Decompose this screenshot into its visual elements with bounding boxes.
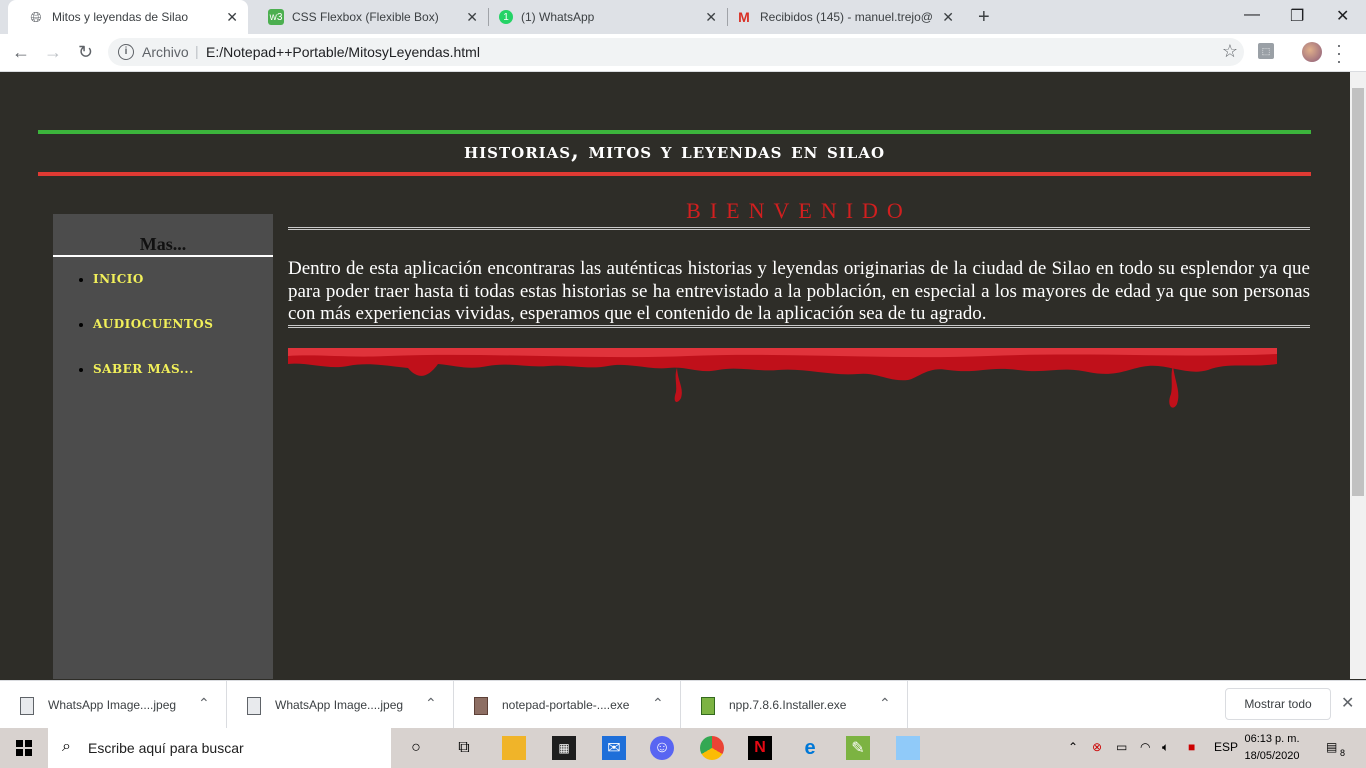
show-all-button[interactable]: Mostrar todo	[1225, 688, 1331, 720]
close-tab-icon[interactable]: ✕	[226, 9, 238, 26]
download-item[interactable]: notepad-portable-....exe ⌃	[454, 681, 681, 729]
edge-icon[interactable]: e	[798, 736, 822, 760]
sidebar-title: Mas...	[139, 234, 187, 254]
address-separator: |	[195, 43, 199, 59]
tab-title: Recibidos (145) - manuel.trejo@	[760, 10, 933, 24]
store-icon[interactable]: ▦	[552, 736, 576, 760]
reload-button[interactable]: ↻	[78, 42, 93, 63]
close-downloads-icon[interactable]: ✕	[1341, 693, 1354, 713]
chevron-up-icon[interactable]: ⌃	[652, 695, 664, 712]
url-text[interactable]: E:/Notepad++Portable/MitosyLeyendas.html	[206, 44, 480, 60]
clock-date: 18/05/2020	[1244, 750, 1300, 762]
intro-paragraph: Dentro de esta aplicación encontraras la…	[288, 258, 1310, 324]
tab-title: Mitos y leyendas de Silao	[52, 10, 189, 24]
sidebar-item-saber-mas[interactable]: SABER MAS...	[93, 358, 213, 403]
download-filename: npp.7.8.6.Installer.exe	[729, 698, 847, 712]
pdf-extension-icon[interactable]: ⬚	[1258, 43, 1274, 59]
file-icon	[247, 697, 261, 715]
wifi-icon[interactable]: ◠	[1140, 740, 1150, 754]
w3schools-icon: w3	[268, 9, 284, 25]
info-icon[interactable]: i	[118, 44, 134, 60]
discord-icon[interactable]: ☺	[650, 736, 674, 760]
netflix-icon[interactable]: N	[748, 736, 772, 760]
double-rule	[288, 227, 1310, 230]
tab-css-flexbox[interactable]: w3 CSS Flexbox (Flexible Box) ✕	[248, 0, 488, 34]
downloads-bar: WhatsApp Image....jpeg ⌃ WhatsApp Image.…	[0, 680, 1366, 729]
welcome-heading: BIENVENIDO	[686, 198, 912, 223]
task-view-icon[interactable]: ⧉	[452, 736, 476, 760]
globe-icon: 🌐︎	[30, 8, 42, 25]
mail-icon[interactable]: ✉	[602, 736, 626, 760]
taskbar-search[interactable]: ⌕ Escribe aquí para buscar	[48, 728, 391, 768]
notepad-plus-icon	[701, 697, 715, 715]
close-tab-icon[interactable]: ✕	[705, 9, 717, 26]
download-item[interactable]: WhatsApp Image....jpeg ⌃	[227, 681, 454, 729]
chrome-icon[interactable]	[700, 736, 724, 760]
volume-icon[interactable]: 🔈︎	[1162, 740, 1169, 755]
notepad-plus-icon[interactable]: ✎	[846, 736, 870, 760]
profile-avatar[interactable]	[1302, 42, 1322, 62]
installer-icon	[474, 697, 488, 715]
chevron-up-icon[interactable]: ⌃	[198, 695, 210, 712]
windows-start-icon[interactable]	[16, 740, 32, 756]
search-icon: ⌕	[62, 738, 71, 755]
close-window-button[interactable]: ✕	[1336, 6, 1349, 26]
new-tab-button[interactable]: +	[978, 6, 990, 29]
taskbar: ⌕ Escribe aquí para buscar ○ ⧉ ▦ ✉ ☺ N e…	[0, 728, 1366, 768]
menu-dots-icon[interactable]: · · ·	[1336, 36, 1342, 70]
close-tab-icon[interactable]: ✕	[942, 9, 954, 26]
network-warning-icon[interactable]: ⊗	[1092, 740, 1102, 754]
chevron-up-icon[interactable]: ⌃	[879, 695, 891, 712]
chevron-up-icon[interactable]: ⌃	[1068, 740, 1078, 754]
download-item[interactable]: npp.7.8.6.Installer.exe ⌃	[681, 681, 908, 729]
file-icon	[20, 697, 34, 715]
tab-whatsapp[interactable]: 1 (1) WhatsApp ✕	[489, 0, 727, 34]
tab-strip: 🌐︎ Mitos y leyendas de Silao ✕ w3 CSS Fl…	[0, 0, 1366, 34]
close-tab-icon[interactable]: ✕	[466, 9, 478, 26]
address-bar[interactable]: i Archivo | E:/Notepad++Portable/MitosyL…	[108, 38, 1244, 66]
restore-button[interactable]: ❐	[1290, 6, 1304, 26]
red-stripe	[38, 172, 1311, 176]
browser-toolbar: ← → ↻ i Archivo | E:/Notepad++Portable/M…	[0, 34, 1366, 72]
cortana-icon[interactable]: ○	[404, 736, 428, 760]
tab-gmail[interactable]: M Recibidos (145) - manuel.trejo@ ✕	[728, 0, 964, 34]
tab-mitos[interactable]: 🌐︎ Mitos y leyendas de Silao ✕	[8, 0, 248, 34]
download-filename: notepad-portable-....exe	[502, 698, 630, 712]
minimize-button[interactable]: —	[1244, 6, 1260, 24]
sidebar-divider	[53, 255, 273, 257]
tab-title: (1) WhatsApp	[521, 10, 595, 24]
scrollbar-thumb[interactable]	[1352, 88, 1364, 496]
sidebar-menu: INICIO AUDIOCUENTOS SABER MAS...	[53, 268, 213, 403]
double-rule	[288, 325, 1310, 328]
notifications-icon[interactable]: ▤	[1326, 740, 1337, 754]
download-filename: WhatsApp Image....jpeg	[48, 698, 177, 712]
forward-button[interactable]: →	[44, 42, 62, 63]
back-button[interactable]: ←	[12, 42, 30, 63]
search-placeholder: Escribe aquí para buscar	[88, 740, 244, 756]
scheme-label: Archivo	[142, 44, 189, 60]
blood-drip-image	[288, 348, 1277, 408]
sidebar: Mas... INICIO AUDIOCUENTOS SABER MAS...	[53, 214, 273, 679]
sidebar-item-audiocuentos[interactable]: AUDIOCUENTOS	[93, 313, 213, 358]
download-filename: WhatsApp Image....jpeg	[275, 698, 404, 712]
whatsapp-icon: 1	[499, 10, 513, 24]
site-title: historias, mitos y leyendas en silao	[463, 138, 886, 164]
clock[interactable]: 06:13 p. m. 18/05/2020	[1240, 731, 1304, 765]
sidebar-item-inicio[interactable]: INICIO	[93, 268, 213, 313]
page-viewport: historias, mitos y leyendas en silao Mas…	[0, 72, 1350, 679]
clock-time: 06:13 p. m.	[1244, 733, 1300, 745]
download-item[interactable]: WhatsApp Image....jpeg ⌃	[0, 681, 227, 729]
notifications-count: 8	[1340, 748, 1346, 758]
battery-icon[interactable]: ▭	[1116, 740, 1127, 754]
page-scrollbar[interactable]	[1350, 72, 1366, 679]
language-indicator[interactable]: ESP	[1214, 740, 1238, 754]
file-explorer-icon[interactable]	[502, 736, 526, 760]
tab-title: CSS Flexbox (Flexible Box)	[292, 10, 439, 24]
bookmark-star-icon[interactable]: ☆	[1222, 41, 1238, 62]
chevron-up-icon[interactable]: ⌃	[425, 695, 437, 712]
green-stripe	[38, 130, 1311, 134]
antivirus-icon[interactable]: ■	[1188, 740, 1195, 754]
app-icon[interactable]	[896, 736, 920, 760]
gmail-icon: M	[738, 9, 750, 25]
